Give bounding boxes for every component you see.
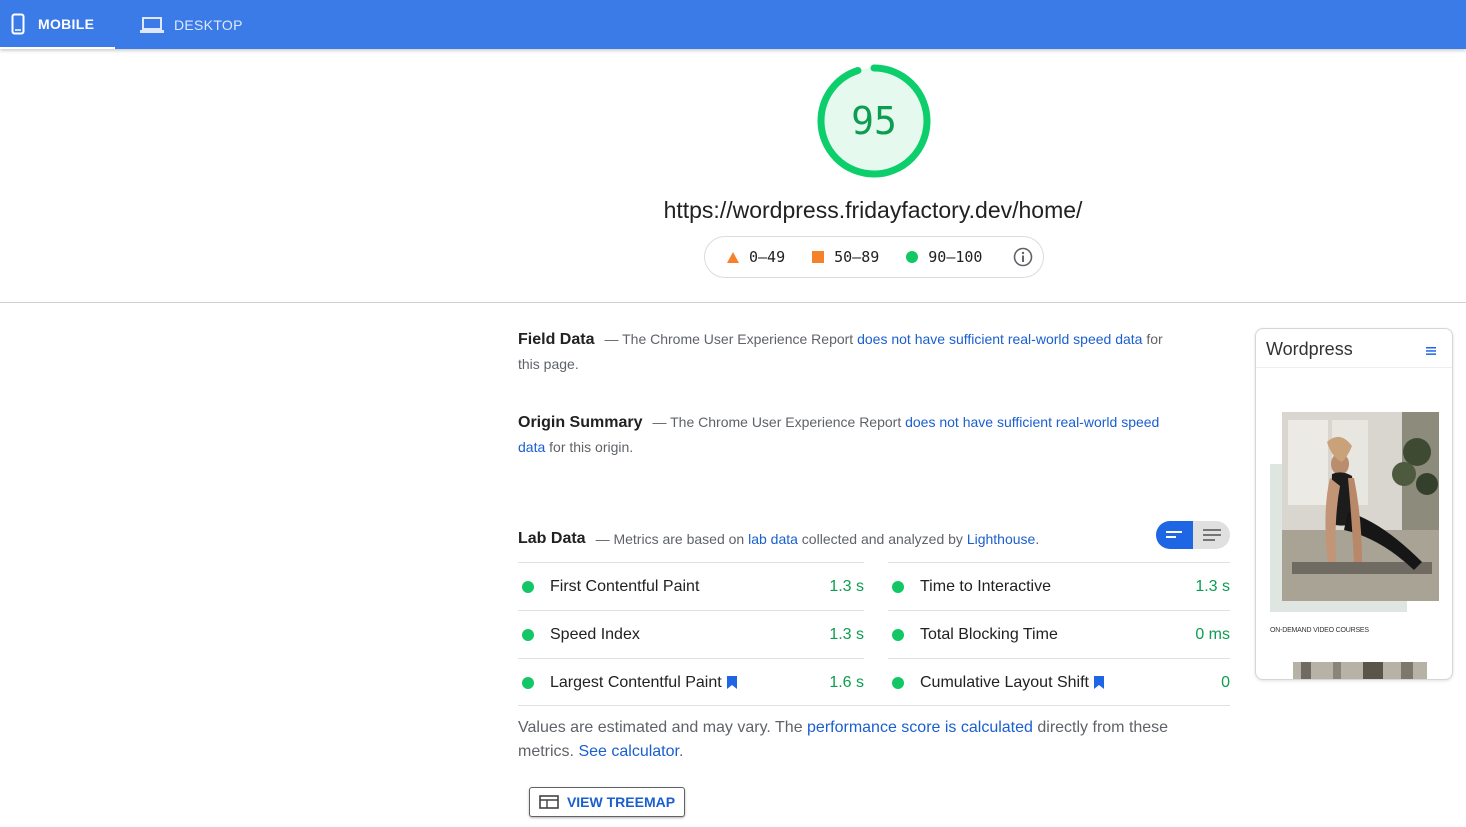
- lab-data-prefix: — Metrics are based on: [595, 531, 749, 547]
- field-data-link[interactable]: does not have sufficient real-world spee…: [857, 331, 1142, 347]
- metric-value: 1.3 s: [829, 577, 864, 595]
- note-prefix: Values are estimated and may vary. The: [518, 719, 808, 736]
- legend-pass-label: 90–100: [928, 248, 983, 266]
- view-treemap-label: VIEW TREEMAP: [566, 794, 676, 810]
- metric-name: Cumulative Layout Shift: [920, 673, 1089, 691]
- legend-pass: 90–100: [906, 248, 982, 266]
- pass-dot-icon: [522, 580, 534, 593]
- metric-largest-contentful-paint: Largest Contentful Paint 1.6 s: [518, 658, 864, 706]
- thumbnail-header-divider: [1256, 367, 1452, 368]
- note-suffix: .: [678, 743, 684, 760]
- legend-fail-label: 0–49: [749, 248, 786, 266]
- metric-value: 0 ms: [1195, 625, 1230, 643]
- pass-dot-icon: [522, 676, 534, 689]
- tab-desktop-label: DESKTOP: [174, 16, 243, 33]
- metric-time-to-interactive: Time to Interactive 1.3 s: [888, 562, 1230, 610]
- origin-summary-section: Origin Summary — The Chrome User Experien…: [518, 410, 1168, 460]
- metric-cumulative-layout-shift: Cumulative Layout Shift 0: [888, 658, 1230, 706]
- metrics-divider: [518, 705, 1230, 706]
- short-lines-icon: [1165, 531, 1182, 538]
- page-url: https://wordpress.fridayfactory.dev/home…: [663, 197, 1083, 223]
- metrics-view-toggle[interactable]: [1156, 521, 1230, 549]
- final-screenshot-thumbnail: Wordpress ON-DEMAND VIDEO COURSES: [1255, 328, 1453, 680]
- tab-mobile[interactable]: MOBILE: [0, 0, 115, 49]
- legend-average-label: 50–89: [834, 248, 880, 266]
- bookmark-icon[interactable]: [726, 676, 737, 689]
- metric-name: Largest Contentful Paint: [550, 673, 722, 691]
- compact-view-button[interactable]: [1156, 521, 1193, 549]
- metric-name: Total Blocking Time: [920, 625, 1058, 643]
- pass-dot-icon: [522, 628, 534, 641]
- pass-dot-icon: [892, 676, 904, 689]
- laptop-icon: [140, 16, 164, 34]
- second-photo-image: [1293, 662, 1427, 679]
- tab-mobile-label: MOBILE: [38, 15, 95, 32]
- phone-icon: [11, 13, 25, 35]
- metric-value: 1.6 s: [829, 673, 864, 691]
- legend-fail: 0–49: [727, 248, 785, 266]
- section-divider: [0, 302, 1466, 303]
- field-data-section: Field Data — The Chrome User Experience R…: [518, 327, 1168, 377]
- square-icon: [812, 251, 825, 263]
- metric-name: Speed Index: [550, 625, 640, 643]
- lab-data-link[interactable]: lab data: [748, 531, 798, 547]
- pass-dot-icon: [892, 628, 904, 641]
- see-calculator-link[interactable]: See calculator: [578, 743, 679, 760]
- metric-speed-index: Speed Index 1.3 s: [518, 610, 864, 658]
- origin-summary-title: Origin Summary: [518, 414, 643, 431]
- performance-score-gauge: 95: [815, 62, 933, 180]
- metric-total-blocking-time: Total Blocking Time 0 ms: [888, 610, 1230, 658]
- estimate-note: Values are estimated and may vary. The p…: [518, 716, 1198, 764]
- hamburger-menu-icon: [1426, 342, 1436, 360]
- score-legend: 0–49 50–89 90–100: [704, 236, 1044, 278]
- metric-value: 0: [1221, 673, 1230, 691]
- metric-value: 1.3 s: [1195, 577, 1230, 595]
- origin-summary-suffix: for this origin.: [545, 439, 634, 455]
- field-data-title: Field Data: [518, 331, 595, 348]
- performance-score-link[interactable]: performance score is calculated: [807, 719, 1033, 736]
- info-icon[interactable]: [1013, 247, 1033, 271]
- yoga-photo-image: [1282, 412, 1439, 601]
- metric-value: 1.3 s: [829, 625, 864, 643]
- tab-desktop[interactable]: DESKTOP: [140, 0, 260, 49]
- metric-first-contentful-paint: First Contentful Paint 1.3 s: [518, 562, 864, 610]
- view-treemap-button[interactable]: VIEW TREEMAP: [529, 787, 685, 817]
- lab-data-title: Lab Data: [518, 530, 586, 547]
- lab-data-middle: collected and analyzed by: [797, 531, 967, 547]
- pass-dot-icon: [892, 580, 904, 593]
- lab-data-header: Lab Data — Metrics are based on lab data…: [518, 526, 1039, 552]
- bookmark-icon[interactable]: [1093, 676, 1104, 689]
- top-tab-bar: MOBILE DESKTOP: [0, 0, 1466, 49]
- expanded-view-button[interactable]: [1193, 521, 1230, 549]
- score-value: 95: [851, 99, 897, 143]
- lines-icon: [1202, 529, 1221, 541]
- origin-summary-prefix: — The Chrome User Experience Report: [652, 414, 906, 430]
- thumbnail-caption: ON-DEMAND VIDEO COURSES: [1270, 627, 1369, 634]
- field-data-prefix: — The Chrome User Experience Report: [604, 331, 858, 347]
- lighthouse-link[interactable]: Lighthouse: [967, 531, 1036, 547]
- triangle-icon: [727, 251, 739, 263]
- circle-icon: [906, 251, 919, 263]
- treemap-icon: [539, 795, 559, 809]
- metric-name: First Contentful Paint: [550, 577, 700, 595]
- thumbnail-site-title: Wordpress: [1266, 339, 1353, 359]
- legend-average: 50–89: [812, 248, 879, 266]
- lab-data-suffix: .: [1035, 531, 1040, 547]
- metric-name: Time to Interactive: [920, 577, 1052, 595]
